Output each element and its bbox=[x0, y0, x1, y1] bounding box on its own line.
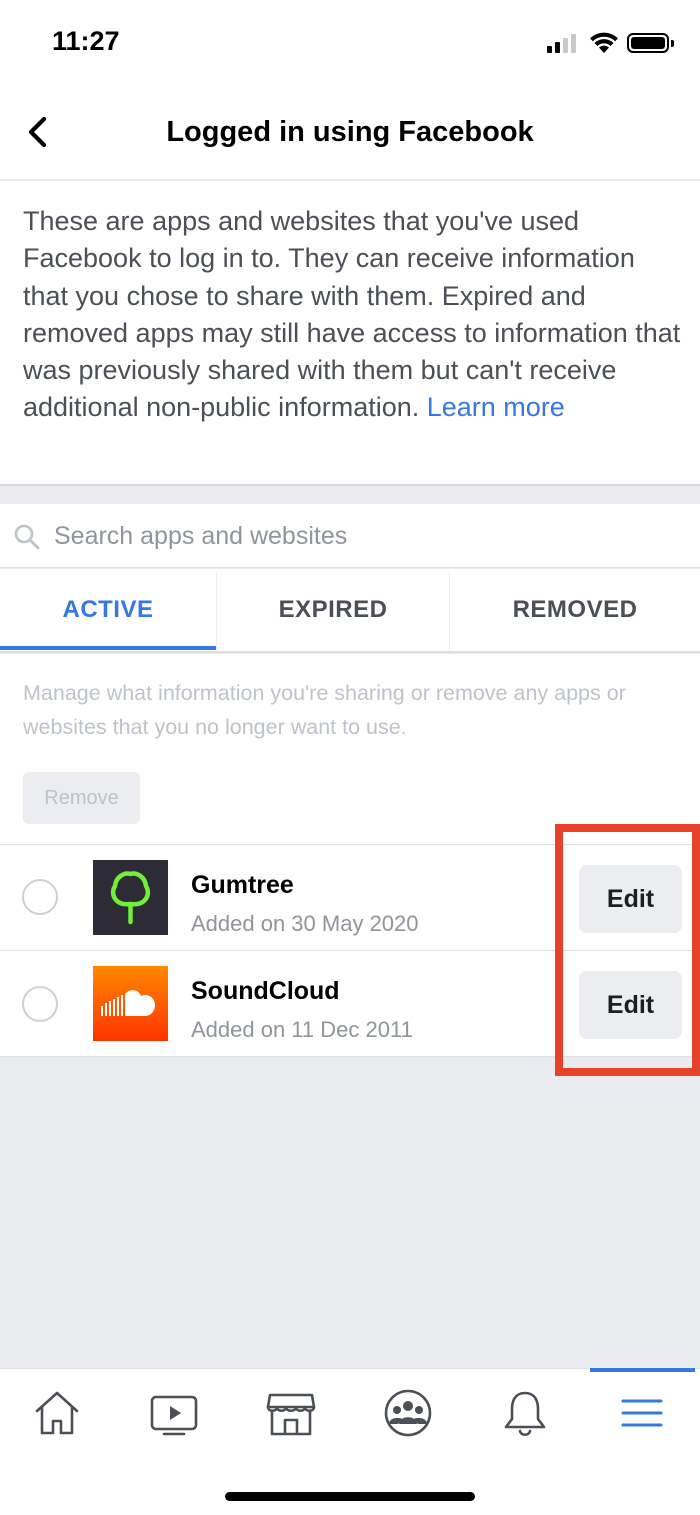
gumtree-tree-icon bbox=[93, 860, 168, 935]
intro-paragraph: These are apps and websites that you've … bbox=[23, 203, 683, 427]
app-added-date: Added on 30 May 2020 bbox=[191, 911, 419, 936]
remove-button[interactable]: Remove bbox=[23, 772, 140, 824]
app-name: Gumtree bbox=[191, 871, 294, 899]
search-input[interactable] bbox=[54, 518, 674, 554]
watch-video-icon[interactable] bbox=[144, 1387, 204, 1439]
home-icon[interactable] bbox=[27, 1387, 87, 1439]
wifi-icon bbox=[590, 32, 618, 53]
intro-section: These are apps and websites that you've … bbox=[0, 181, 700, 486]
tab-divider bbox=[216, 572, 217, 650]
tab-removed[interactable]: REMOVED bbox=[450, 569, 700, 651]
active-nav-indicator bbox=[590, 1368, 695, 1372]
select-radio[interactable] bbox=[22, 879, 58, 915]
page-title: Logged in using Facebook bbox=[166, 116, 534, 148]
manage-description: Manage what information you're sharing o… bbox=[23, 681, 626, 739]
home-indicator bbox=[225, 1492, 475, 1501]
marketplace-icon[interactable] bbox=[261, 1387, 321, 1439]
status-bar: 11:27 bbox=[0, 0, 700, 88]
groups-icon[interactable] bbox=[378, 1387, 438, 1439]
tab-divider bbox=[449, 572, 450, 650]
battery-tip bbox=[671, 40, 674, 47]
cellular-signal-icon bbox=[547, 33, 579, 53]
tab-expired[interactable]: EXPIRED bbox=[217, 569, 449, 651]
status-time: 11:27 bbox=[52, 26, 120, 56]
nav-bar: Logged in using Facebook bbox=[0, 88, 700, 180]
manage-panel: Manage what information you're sharing o… bbox=[0, 654, 700, 844]
search-icon bbox=[14, 524, 40, 550]
app-name: SoundCloud bbox=[191, 977, 340, 1005]
intro-text: These are apps and websites that you've … bbox=[23, 206, 681, 423]
tab-active[interactable]: ACTIVE bbox=[0, 569, 216, 651]
select-radio[interactable] bbox=[22, 986, 58, 1022]
menu-icon[interactable] bbox=[612, 1387, 672, 1439]
active-tab-indicator bbox=[0, 646, 216, 650]
notifications-bell-icon[interactable] bbox=[495, 1387, 555, 1439]
app-added-date: Added on 11 Dec 2011 bbox=[191, 1017, 413, 1042]
search-bar bbox=[0, 504, 700, 568]
tab-bar: ACTIVE EXPIRED REMOVED bbox=[0, 569, 700, 653]
learn-more-link[interactable]: Learn more bbox=[427, 392, 565, 422]
soundcloud-cloud-icon bbox=[93, 966, 168, 1041]
battery-icon bbox=[627, 33, 669, 53]
bottom-nav-bar bbox=[0, 1368, 700, 1515]
highlight-annotation bbox=[555, 824, 700, 1076]
